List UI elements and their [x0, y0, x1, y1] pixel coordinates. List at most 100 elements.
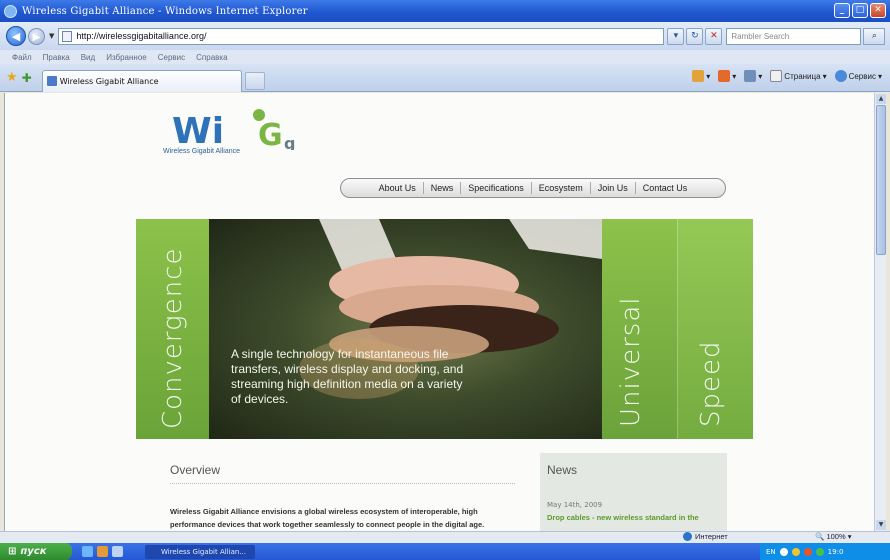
tab-label: Wireless Gigabit Alliance [59, 76, 159, 86]
tools-menu-label: Сервис [848, 71, 876, 81]
back-button[interactable]: ◀ [6, 26, 26, 46]
print-button[interactable]: ▾ [744, 70, 762, 82]
svg-text:Wi: Wi [172, 111, 224, 150]
site-nav: About Us News Specifications Ecosystem J… [340, 178, 726, 198]
status-bar: Интернет 🔍 100% ▾ [0, 531, 890, 543]
stop-button[interactable]: ✕ [705, 27, 723, 45]
history-dropdown-icon[interactable]: ▼ [49, 32, 54, 40]
address-tools: ▾ ↻ ✕ [667, 27, 723, 45]
news-panel: News May 14th, 2009 Drop cables - new wi… [540, 453, 727, 531]
news-date: May 14th, 2009 [547, 501, 603, 509]
tab-wireless-gigabit[interactable]: Wireless Gigabit Alliance [41, 69, 242, 92]
windows-flag-icon: ⊞ [8, 546, 17, 557]
menu-edit[interactable]: Правка [43, 53, 70, 62]
add-favorite-icon[interactable]: ✚ [22, 71, 32, 85]
print-icon [744, 70, 757, 82]
hero-left-panel: Convergence [136, 219, 209, 439]
svg-text:G: G [258, 118, 283, 150]
nav-join-us[interactable]: Join Us [591, 182, 636, 194]
window-title: Wireless Gigabit Alliance - Windows Inte… [22, 5, 308, 17]
overview-text: Wireless Gigabit Alliance envisions a gl… [170, 507, 485, 529]
hero-word-speed: Speed [696, 340, 726, 427]
window-controls: _ □ ✕ [834, 3, 886, 18]
svg-text:g: g [284, 134, 295, 150]
page-menu-icon [770, 70, 783, 82]
close-button[interactable]: ✕ [870, 3, 886, 18]
scroll-up-icon[interactable]: ▲ [876, 94, 886, 104]
hero-word-convergence: Convergence [158, 247, 188, 429]
menu-tools[interactable]: Сервис [158, 53, 185, 62]
nav-news[interactable]: News [424, 182, 462, 194]
start-button[interactable]: ⊞ пуск [0, 543, 72, 560]
gear-icon [834, 70, 847, 82]
new-tab-button[interactable] [244, 71, 265, 90]
security-zone: Интернет [683, 532, 728, 541]
home-icon [692, 70, 705, 82]
scroll-thumb[interactable] [876, 105, 886, 255]
start-label: пуск [20, 546, 47, 557]
news-headline-link[interactable]: Drop cables - new wireless standard in t… [547, 513, 699, 522]
menu-view[interactable]: Вид [81, 53, 95, 62]
menu-favorites[interactable]: Избранное [106, 53, 147, 62]
hero-right-panel-b: Speed [677, 219, 753, 439]
tray-icon-3[interactable] [803, 547, 812, 556]
hero-right-panel-a: Universal [602, 219, 677, 439]
overview-divider [170, 483, 515, 484]
hero-word-universal: Universal [616, 296, 646, 427]
language-indicator[interactable]: EN [766, 548, 776, 556]
desktop-quicklaunch-icon[interactable] [112, 546, 123, 557]
nav-ecosystem[interactable]: Ecosystem [532, 182, 591, 194]
scroll-down-icon[interactable]: ▼ [876, 520, 886, 530]
page-viewport: Wi G g Wireless Gigabit Alliance About U… [4, 93, 874, 531]
address-toolbar: ◀ ▶ ▼ http://wirelessgigabitalliance.org… [0, 22, 890, 50]
tray-icon-4[interactable] [815, 547, 824, 556]
address-bar[interactable]: http://wirelessgigabitalliance.org/ [58, 27, 665, 45]
ie-logo-icon [4, 4, 17, 18]
home-button[interactable]: ▾ [692, 70, 710, 82]
tab-command-bar: ★ ✚ Wireless Gigabit Alliance ▾ ▾ ▾ Стра… [0, 64, 890, 92]
maximize-button[interactable]: □ [852, 3, 868, 18]
page-menu-label: Страница [784, 71, 821, 81]
media-quicklaunch-icon[interactable] [97, 546, 108, 557]
hero-hands-image: A single technology for instantaneous fi… [209, 219, 602, 439]
menu-help[interactable]: Справка [196, 53, 227, 62]
command-buttons: ▾ ▾ ▾ Страница ▾ Сервис ▾ [692, 70, 882, 82]
minimize-button[interactable]: _ [834, 3, 850, 18]
menu-file[interactable]: Файл [12, 53, 32, 62]
vertical-scrollbar[interactable]: ▲ ▼ [874, 93, 886, 531]
window-titlebar: Wireless Gigabit Alliance - Windows Inte… [0, 0, 890, 22]
feeds-button[interactable]: ▾ [718, 70, 736, 82]
hero-caption: A single technology for instantaneous fi… [231, 347, 464, 406]
menu-bar: Файл Правка Вид Избранное Сервис Справка [0, 50, 890, 64]
forward-button[interactable]: ▶ [28, 27, 45, 45]
ie-quicklaunch-icon[interactable] [82, 546, 93, 557]
wig-logo-icon: Wi G g [172, 109, 295, 153]
nav-contact-us[interactable]: Contact Us [636, 182, 695, 194]
logo-tagline: Wireless Gigabit Alliance [163, 148, 241, 155]
page-menu-button[interactable]: Страница ▾ [770, 70, 827, 82]
tab-page-icon [46, 76, 57, 86]
system-tray: EN 19:0 [760, 543, 890, 560]
refresh-button[interactable]: ↻ [686, 27, 704, 45]
search-icon[interactable]: ⌕ [863, 27, 886, 45]
favorites-star-icon[interactable]: ★ [6, 70, 18, 85]
overview-heading: Overview [170, 463, 221, 477]
search-input[interactable]: Rambler Search [726, 27, 862, 45]
site-logo[interactable]: Wi G g Wireless Gigabit Alliance [160, 105, 340, 163]
nav-specifications[interactable]: Specifications [461, 182, 532, 194]
quick-launch [82, 546, 123, 557]
address-url[interactable]: http://wirelessgigabitalliance.org/ [76, 31, 206, 41]
tools-menu-button[interactable]: Сервис ▾ [834, 70, 882, 82]
hero-banner: Convergence A single technology for inst… [136, 219, 753, 439]
news-heading: News [547, 463, 578, 477]
address-dropdown-icon[interactable]: ▾ [667, 27, 685, 45]
tray-icon-1[interactable] [779, 547, 788, 556]
page-icon [62, 30, 73, 42]
taskbar-item-ie[interactable]: Wireless Gigabit Allian... [145, 544, 255, 559]
tray-icon-2[interactable] [791, 547, 800, 556]
zoom-label: 100% [826, 532, 846, 541]
zoom-level[interactable]: 🔍 100% ▾ [815, 532, 851, 541]
nav-about-us[interactable]: About Us [372, 182, 424, 194]
feeds-icon [718, 70, 731, 82]
zone-label: Интернет [695, 532, 728, 541]
